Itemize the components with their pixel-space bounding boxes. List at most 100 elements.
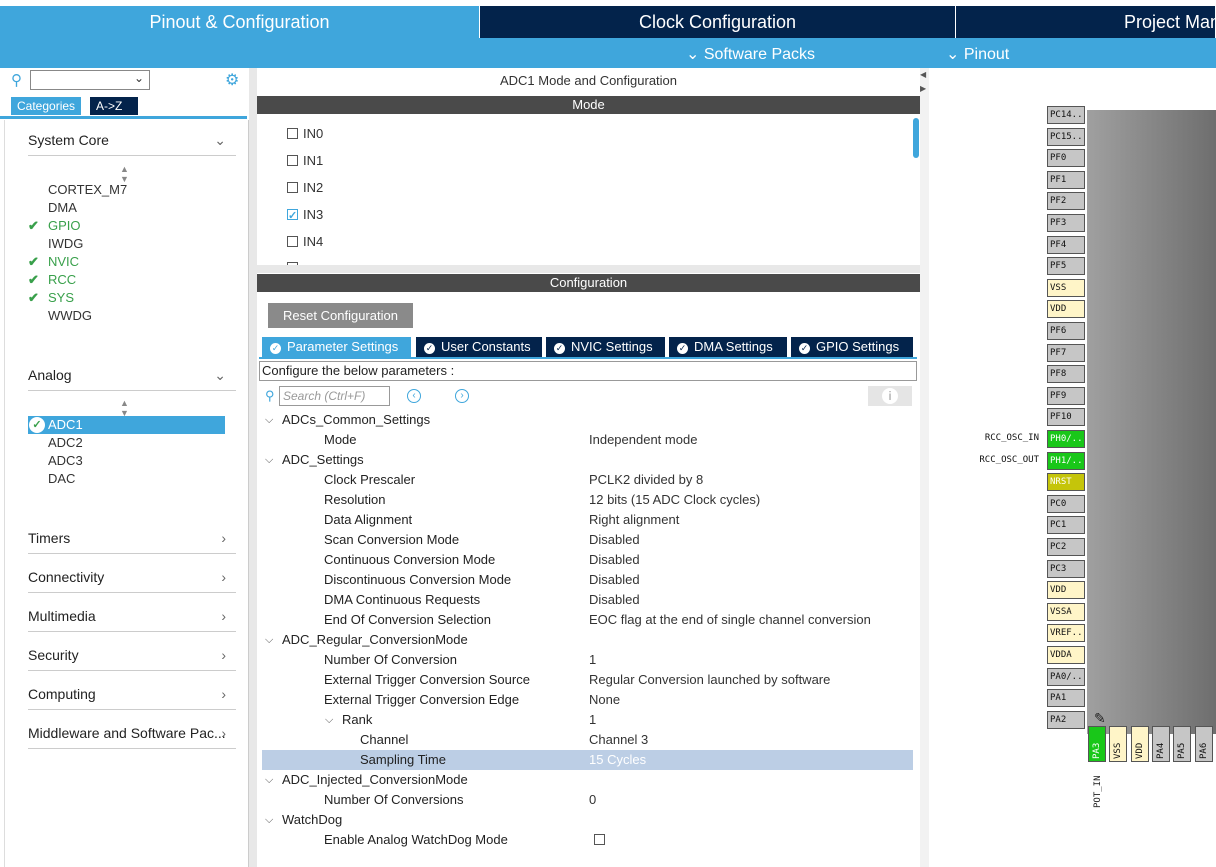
- tree-group-row[interactable]: ⌵ WatchDog: [262, 810, 913, 830]
- category-computing[interactable]: Computing ›: [28, 686, 236, 710]
- parameter-row[interactable]: Discontinuous Conversion Mode Disabled: [262, 570, 913, 590]
- list-item-rcc[interactable]: ✔ RCC: [28, 271, 76, 289]
- search-combo[interactable]: ⌄: [30, 70, 150, 90]
- list-item-sys[interactable]: ✔ SYS: [28, 289, 74, 307]
- right-splitter[interactable]: ◀ ▶: [920, 68, 929, 867]
- pin[interactable]: VDD: [1130, 726, 1149, 762]
- chevron-down-icon[interactable]: ⌵: [265, 810, 273, 830]
- reset-configuration-button[interactable]: Reset Configuration: [268, 303, 413, 328]
- pin[interactable]: PA6: [1194, 726, 1213, 762]
- pin[interactable]: NRST: [1047, 473, 1085, 492]
- pin[interactable]: PF1: [1047, 170, 1085, 189]
- software-packs-menu[interactable]: ⌄ Software Packs: [686, 44, 815, 64]
- list-item-adc3[interactable]: ADC3: [48, 452, 83, 470]
- category-middleware[interactable]: Middleware and Software Pac... ›: [28, 725, 236, 749]
- pin[interactable]: PA4: [1151, 726, 1170, 762]
- pin[interactable]: PH0/..: [1047, 430, 1085, 448]
- collapse-right-icon[interactable]: ▶: [920, 84, 926, 93]
- tab-a-z[interactable]: A->Z: [90, 97, 138, 115]
- checkbox-in1[interactable]: IN1: [287, 151, 323, 171]
- list-item-cortex-m7[interactable]: CORTEX_M7: [48, 181, 127, 199]
- tree-group-row[interactable]: ⌵ ADCs_Common_Settings: [262, 410, 913, 430]
- parameter-row[interactable]: Number Of Conversions 0: [262, 790, 913, 810]
- checkbox-in3[interactable]: IN3: [287, 205, 323, 226]
- pin[interactable]: PC15..: [1047, 127, 1085, 146]
- category-security[interactable]: Security ›: [28, 647, 236, 671]
- category-connectivity[interactable]: Connectivity ›: [28, 569, 236, 593]
- category-multimedia[interactable]: Multimedia ›: [28, 608, 236, 632]
- info-button[interactable]: i: [868, 386, 912, 406]
- pin[interactable]: PF2: [1047, 192, 1085, 211]
- chevron-down-icon[interactable]: ⌵: [265, 770, 273, 790]
- collapse-left-icon[interactable]: ◀: [920, 70, 926, 79]
- pin[interactable]: PA3: [1088, 726, 1106, 762]
- pin[interactable]: VSSA: [1047, 602, 1085, 621]
- pin[interactable]: PA2: [1047, 710, 1085, 729]
- list-item-nvic[interactable]: ✔ NVIC: [28, 253, 79, 271]
- parameter-row[interactable]: End Of Conversion Selection EOC flag at t…: [262, 610, 913, 630]
- parameter-row[interactable]: Sampling Time 15 Cycles: [262, 750, 913, 770]
- pin[interactable]: VDDA: [1047, 646, 1085, 664]
- chevron-down-icon[interactable]: ⌵: [325, 710, 333, 730]
- pin[interactable]: PC2: [1047, 538, 1085, 556]
- parameter-row[interactable]: Resolution 12 bits (15 ADC Clock cycles): [262, 490, 913, 510]
- parameter-search-input[interactable]: Search (Ctrl+F): [279, 386, 390, 406]
- parameter-row[interactable]: Enable Analog WatchDog Mode: [262, 830, 913, 850]
- parameter-row[interactable]: DMA Continuous Requests Disabled: [262, 590, 913, 610]
- parameter-row[interactable]: Channel Channel 3: [262, 730, 913, 750]
- pin[interactable]: PF5: [1047, 257, 1085, 276]
- mode-scrollbar[interactable]: [913, 118, 919, 158]
- pin[interactable]: VSS: [1109, 726, 1128, 762]
- pin[interactable]: PA0/..: [1047, 667, 1085, 686]
- pinout-menu[interactable]: ⌄ Pinout: [946, 44, 1009, 64]
- list-item-iwdg[interactable]: IWDG: [48, 235, 83, 253]
- list-item-gpio[interactable]: ✔ GPIO: [28, 217, 81, 235]
- parameter-row[interactable]: Number Of Conversion 1: [262, 650, 913, 670]
- pin[interactable]: PF10: [1047, 408, 1085, 427]
- pin[interactable]: PA1: [1047, 689, 1085, 708]
- tree-group-row[interactable]: ⌵ ADC_Regular_ConversionMode: [262, 630, 913, 650]
- pin[interactable]: VSS: [1047, 278, 1085, 297]
- tab-clock-configuration[interactable]: Clock Configuration: [480, 6, 956, 38]
- pin[interactable]: PH1/..: [1047, 451, 1085, 470]
- tab-dma-settings[interactable]: ✓ DMA Settings: [669, 337, 787, 357]
- pin[interactable]: PC14..: [1047, 106, 1085, 124]
- chevron-down-icon[interactable]: ⌵: [265, 450, 273, 470]
- tab-nvic-settings[interactable]: ✓ NVIC Settings: [546, 337, 665, 357]
- category-system-core[interactable]: System Core ⌄: [28, 132, 236, 156]
- parameter-row[interactable]: External Trigger Conversion Source Regula…: [262, 670, 913, 690]
- tree-group-row[interactable]: ⌵ ADC_Settings: [262, 450, 913, 470]
- category-timers[interactable]: Timers ›: [28, 530, 236, 554]
- parameter-row[interactable]: External Trigger Conversion Edge None: [262, 690, 913, 710]
- parameter-row[interactable]: Scan Conversion Mode Disabled: [262, 530, 913, 550]
- horizontal-splitter[interactable]: [257, 265, 920, 273]
- list-item-adc1[interactable]: ✓ ADC1: [28, 416, 225, 434]
- tree-group-row[interactable]: ⌵ ADC_Injected_ConversionMode: [262, 770, 913, 790]
- tab-user-constants[interactable]: ✓ User Constants: [416, 337, 542, 357]
- pin[interactable]: PF0: [1047, 149, 1085, 168]
- pin[interactable]: PC0: [1047, 494, 1085, 513]
- checkbox-in2[interactable]: IN2: [287, 178, 323, 198]
- tab-categories[interactable]: Categories: [11, 97, 82, 115]
- pin[interactable]: VDD: [1047, 300, 1085, 319]
- tab-project-manager[interactable]: Project Manager: [956, 6, 1216, 38]
- pin[interactable]: PF9: [1047, 386, 1085, 405]
- tree-group-row[interactable]: ⌵ Rank 1: [262, 710, 913, 730]
- pin[interactable]: VDD: [1047, 581, 1085, 600]
- pin[interactable]: PF4: [1047, 235, 1085, 254]
- pin[interactable]: PF3: [1047, 214, 1085, 232]
- pin[interactable]: PC3: [1047, 559, 1085, 578]
- chevron-down-icon[interactable]: ⌵: [265, 630, 273, 650]
- previous-icon[interactable]: ‹: [407, 389, 421, 403]
- category-analog[interactable]: Analog ⌄: [28, 367, 236, 391]
- pin[interactable]: VREF..: [1047, 624, 1085, 643]
- parameter-row[interactable]: Data Alignment Right alignment: [262, 510, 913, 530]
- parameter-row[interactable]: Clock Prescaler PCLK2 divided by 8: [262, 470, 913, 490]
- pin[interactable]: PF8: [1047, 365, 1085, 384]
- chevron-down-icon[interactable]: ⌵: [265, 410, 273, 430]
- list-item-wwdg[interactable]: WWDG: [48, 307, 92, 325]
- next-icon[interactable]: ›: [455, 389, 469, 403]
- search-icon[interactable]: ⚲: [11, 71, 22, 89]
- list-item-dac[interactable]: DAC: [48, 470, 75, 488]
- sort-icon[interactable]: ▲ ▼: [120, 398, 129, 418]
